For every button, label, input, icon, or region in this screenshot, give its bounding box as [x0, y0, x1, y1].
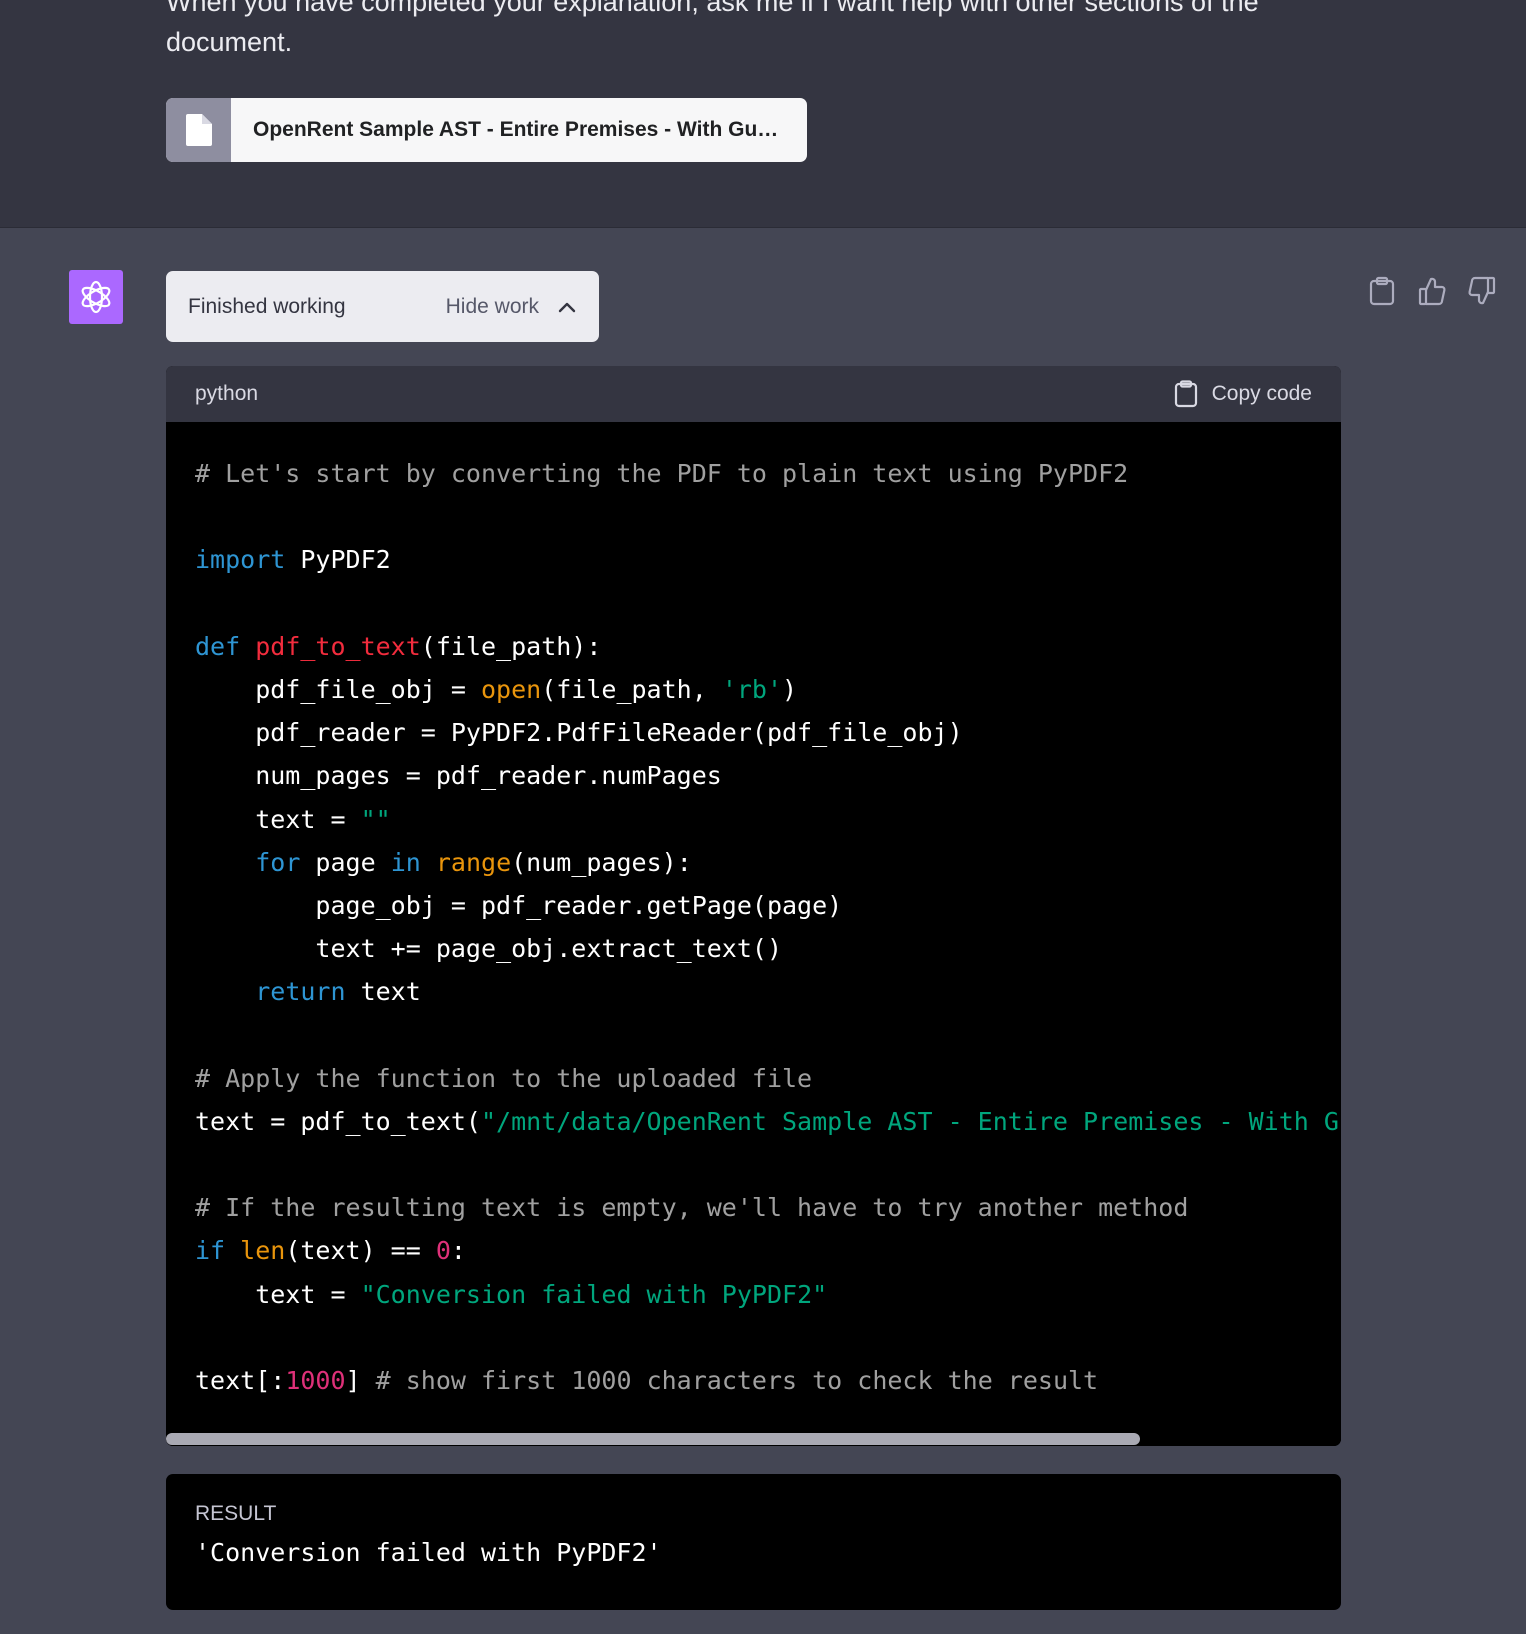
- code-token: pdf_to_text: [255, 631, 421, 661]
- user-message-section: When you have completed your explanation…: [0, 0, 1526, 228]
- code-token: (text) ==: [285, 1236, 436, 1266]
- code-line: text = pdf_to_text("/mnt/data/OpenRent S…: [195, 1100, 1339, 1143]
- code-token: "/mnt/data/OpenRent Sample AST - Entire …: [480, 1106, 1339, 1136]
- code-token: 0: [435, 1236, 451, 1266]
- code-line: pdf_file_obj = open(file_path, 'rb'): [195, 668, 1312, 711]
- code-token: open: [480, 674, 542, 704]
- code-token: PyPDF2: [285, 545, 391, 575]
- clipboard-icon: [1174, 380, 1197, 408]
- openai-logo-icon: [81, 280, 111, 314]
- code-line: # If the resulting text is empty, we'll …: [195, 1186, 1312, 1229]
- chevron-up-icon[interactable]: [557, 297, 577, 317]
- code-line: pdf_reader = PyPDF2.PdfFileReader(pdf_fi…: [195, 711, 1312, 754]
- code-line: for page in range(num_pages):: [195, 841, 1312, 884]
- attachment-name: OpenRent Sample AST - Entire Premises - …: [253, 118, 783, 141]
- code-token: return: [255, 977, 346, 1007]
- copy-code-label: Copy code: [1211, 382, 1312, 405]
- code-token: if: [195, 1236, 226, 1266]
- code-line: import PyPDF2: [195, 538, 1312, 581]
- code-token: def: [195, 631, 241, 661]
- code-token: in: [390, 847, 421, 877]
- code-block: python Copy code # Let's start by conver…: [166, 366, 1341, 1446]
- horizontal-scrollbar[interactable]: [166, 1432, 1341, 1446]
- code-token: page: [300, 847, 391, 877]
- code-token: (num_pages):: [511, 847, 692, 877]
- code-line: text[:1000] # show first 1000 characters…: [195, 1359, 1312, 1402]
- file-icon: [166, 98, 231, 162]
- code-token: "": [360, 804, 391, 834]
- code-token: page_obj = pdf_reader.getPage(page): [195, 890, 843, 920]
- code-line: # Let's start by converting the PDF to p…: [195, 452, 1312, 495]
- code-token: (file_path):: [420, 631, 602, 661]
- code-token: (file_path,: [541, 674, 722, 704]
- attachment-chip[interactable]: OpenRent Sample AST - Entire Premises - …: [166, 98, 807, 162]
- code-token: text =: [195, 804, 361, 834]
- copy-icon[interactable]: [1368, 276, 1396, 306]
- scrollbar-thumb[interactable]: [166, 1433, 1140, 1445]
- result-block: RESULT 'Conversion failed with PyPDF2': [166, 1474, 1341, 1610]
- thumbs-down-icon[interactable]: [1468, 276, 1496, 306]
- code-line: page_obj = pdf_reader.getPage(page): [195, 884, 1312, 927]
- code-token: text[:: [195, 1365, 286, 1395]
- code-token: text = pdf_to_text(: [195, 1106, 481, 1136]
- code-token: ]: [345, 1365, 376, 1395]
- code-token: len: [240, 1236, 286, 1266]
- code-token: range: [435, 847, 512, 877]
- code-language-label: python: [195, 382, 259, 405]
- result-label: RESULT: [195, 1502, 277, 1525]
- hide-work-button[interactable]: Hide work: [446, 295, 539, 319]
- result-value: 'Conversion failed with PyPDF2': [195, 1538, 662, 1567]
- code-line: def pdf_to_text(file_path):: [195, 625, 1312, 668]
- code-line: num_pages = pdf_reader.numPages: [195, 754, 1312, 797]
- code-token: ): [782, 674, 798, 704]
- code-line: text += page_obj.extract_text(): [195, 927, 1312, 970]
- code-token: 'rb': [721, 674, 783, 704]
- code-token: # Apply the function to the uploaded fil…: [195, 1063, 813, 1093]
- code-line: text = "Conversion failed with PyPDF2": [195, 1273, 1312, 1316]
- message-actions: [1368, 276, 1496, 306]
- code-token: import: [195, 545, 286, 575]
- code-token: "Conversion failed with PyPDF2": [360, 1279, 828, 1309]
- code-block-header: python Copy code: [166, 366, 1341, 422]
- code-token: num_pages = pdf_reader.numPages: [195, 761, 722, 791]
- code-token: for: [255, 847, 301, 877]
- user-message-text: When you have completed your explanation…: [166, 0, 1259, 57]
- assistant-avatar: [69, 270, 123, 324]
- code-token: # Let's start by converting the PDF to p…: [195, 459, 1129, 488]
- code-token: text += page_obj.extract_text(): [195, 934, 782, 964]
- code-token: 1000: [285, 1365, 346, 1395]
- code-line: if len(text) == 0:: [195, 1229, 1312, 1272]
- thumbs-up-icon[interactable]: [1418, 276, 1446, 306]
- work-status-pill: Finished working Hide work: [166, 271, 599, 342]
- code-token: text =: [195, 1279, 361, 1309]
- copy-code-button[interactable]: Copy code: [1174, 380, 1312, 408]
- code-token: pdf_file_obj =: [195, 674, 481, 704]
- code-line: # Apply the function to the uploaded fil…: [195, 1057, 1312, 1100]
- code-token: :: [450, 1236, 466, 1266]
- code-token: text: [345, 977, 421, 1007]
- code-token: # If the resulting text is empty, we'll …: [195, 1193, 1189, 1223]
- code-line: return text: [195, 970, 1312, 1013]
- work-status-label: Finished working: [188, 294, 346, 318]
- code-line: text = "": [195, 798, 1312, 841]
- code-token: # show first 1000 characters to check th…: [375, 1365, 1099, 1395]
- code-content: # Let's start by converting the PDF to p…: [166, 422, 1341, 1422]
- code-token: pdf_reader = PyPDF2.PdfFileReader(pdf_fi…: [195, 718, 963, 748]
